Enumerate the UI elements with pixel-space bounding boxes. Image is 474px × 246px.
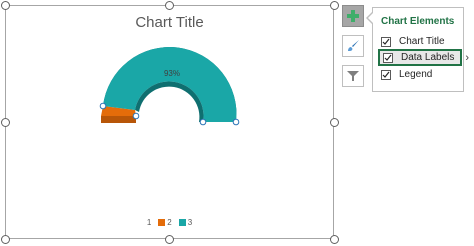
checkmark-icon [382,71,390,78]
legend-swatch [158,219,166,226]
chart-elements-panel: Chart Elements Chart Title Data Labels ›… [372,7,469,92]
legend-checkbox[interactable] [381,69,391,80]
chevron-right-icon[interactable]: › [465,52,469,64]
legend-label: 3 [187,218,193,227]
legend-option[interactable]: Legend [378,66,462,83]
chart-title-option[interactable]: Chart Title [378,33,462,50]
panel-pointer-inner [368,13,373,23]
chart-elements-button[interactable] [342,5,364,27]
slice-3-handle-2[interactable] [132,112,140,120]
plus-icon [347,10,359,22]
chart-legend[interactable]: 1 2 3 [5,218,334,227]
slice-3-handle-3[interactable] [199,118,207,126]
chart-filters-button[interactable] [342,65,364,87]
data-labels-checkbox[interactable] [383,52,393,63]
legend-item: 3 [178,218,193,227]
option-label: Chart Title [399,36,445,47]
checkmark-icon [382,38,390,45]
slice-3-handle-1[interactable] [99,102,107,110]
legend-label: 2 [167,218,172,227]
option-label: Legend [399,69,433,80]
brush-icon [348,40,359,51]
legend-label: 1 [146,218,152,227]
slice-3-handle-4[interactable] [232,118,240,126]
data-labels-option[interactable]: Data Labels › [378,49,469,66]
filter-icon [347,71,359,81]
legend-swatch [178,219,186,226]
option-label: Data Labels [401,52,455,63]
checkmark-icon [384,54,392,61]
chart-styles-button[interactable] [342,35,364,57]
legend-item: 1 [147,218,151,227]
chart-title-checkbox[interactable] [381,36,391,47]
data-label[interactable]: 93% [164,69,180,78]
legend-item: 2 [158,218,172,227]
slice-2-depth[interactable] [101,116,136,123]
panel-heading: Chart Elements [381,16,455,27]
